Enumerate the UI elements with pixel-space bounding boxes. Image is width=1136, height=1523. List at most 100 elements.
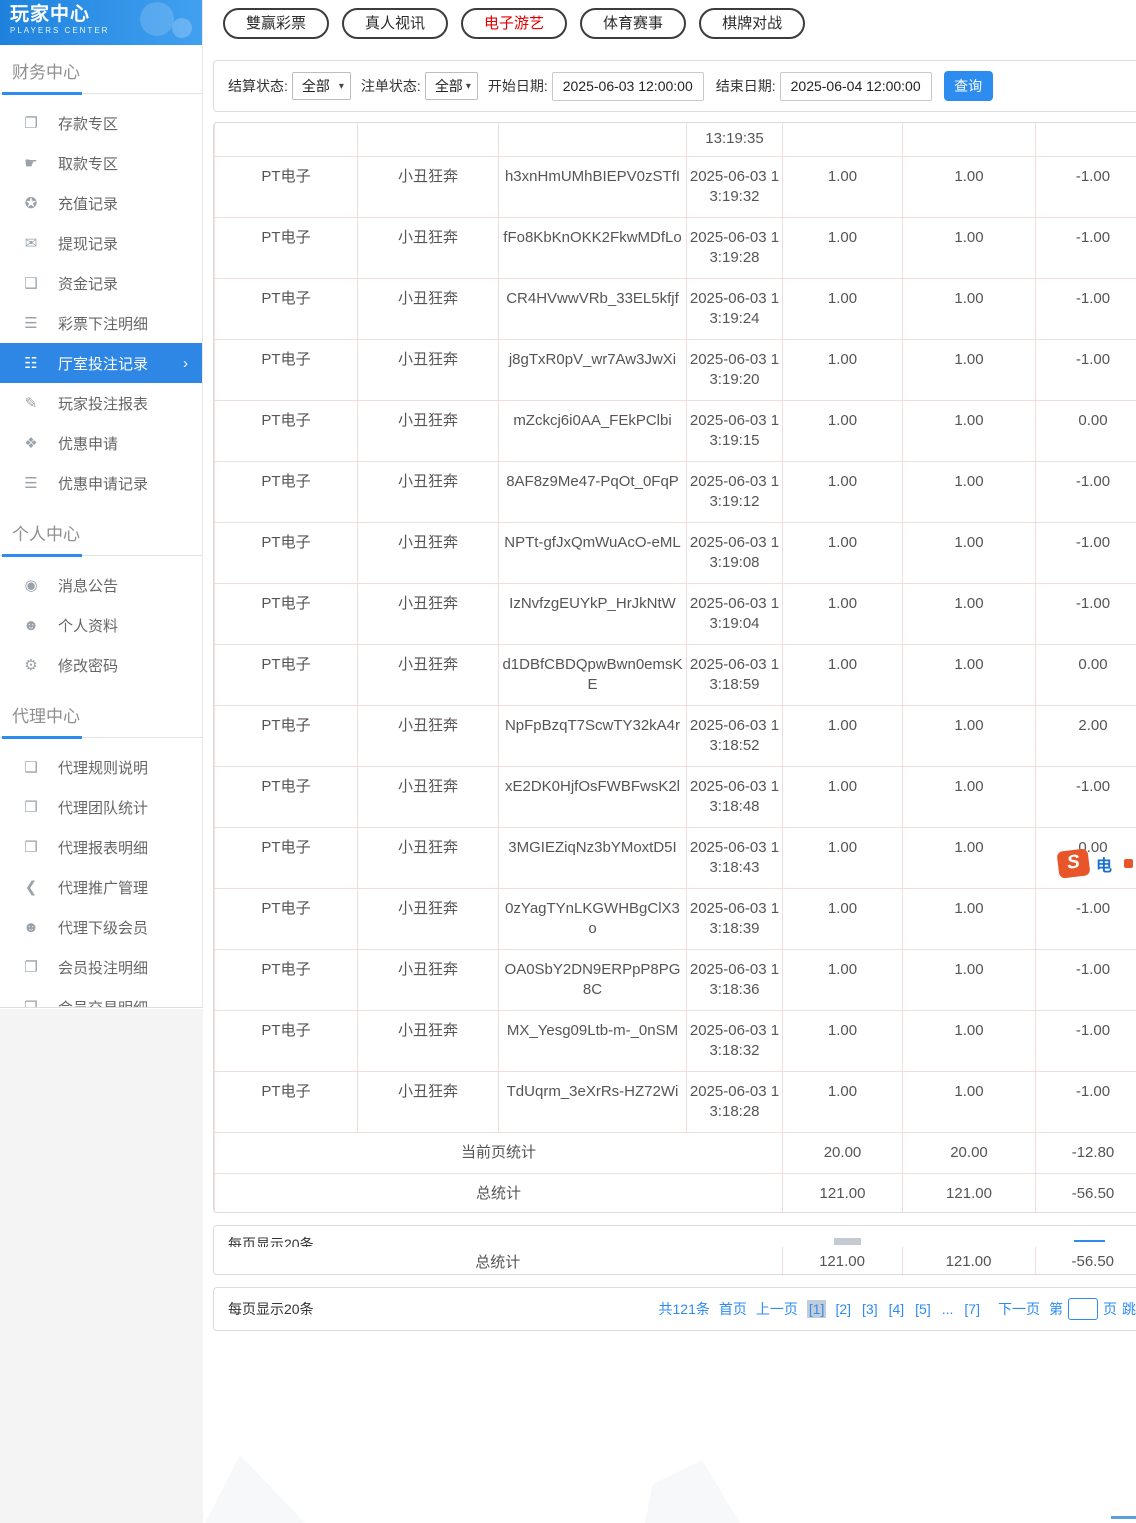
page-link[interactable]: [7] <box>962 1300 982 1318</box>
bell-icon: ◉ <box>24 577 38 594</box>
cell-platform: PT电子 <box>214 644 358 706</box>
cell-datetime: 13:19:35 <box>686 123 783 157</box>
cell-platform: PT电子 <box>214 217 358 279</box>
sidebar-item-agent-report-details[interactable]: ❒ 代理报表明细 <box>0 827 202 867</box>
sidebar-item-recharge-records[interactable]: ✪ 充值记录 <box>0 183 202 223</box>
tab-electronic-games[interactable]: 电子游艺 <box>461 8 568 39</box>
logo-decoration-circle <box>140 2 174 36</box>
sidebar-item-promo-apply-records[interactable]: ☰ 优惠申请记录 <box>0 463 202 503</box>
per-page-label: 每页显示20条 <box>228 1301 314 1317</box>
cell-valid-bet: 1.00 <box>902 644 1036 706</box>
cell-platform: PT电子 <box>214 583 358 645</box>
page-number-links: [1] [2] [3] [4] [5]... [7] <box>806 1300 989 1318</box>
sidebar-item-label: 玩家投注报表 <box>58 395 149 413</box>
underline-blue <box>2 92 82 95</box>
cell-datetime: 2025-06-03 13:18:28 <box>686 1071 783 1133</box>
cell-datetime: 2025-06-03 13:18:39 <box>686 888 783 950</box>
cell-bet-amount: 1.00 <box>782 888 903 950</box>
table-row: PT电子 小丑狂奔 mZckcj6i0AA_FEkPClbi 2025-06-03 1… <box>214 400 1136 462</box>
tab-board-games[interactable]: 棋牌对战 <box>699 8 806 39</box>
sidebar-item-deposit[interactable]: ❐ 存款专区 <box>0 103 202 143</box>
page-link[interactable]: [2] <box>833 1300 853 1318</box>
sidebar-item-label: 会员投注明细 <box>58 959 149 977</box>
tab-live-video[interactable]: 真人视讯 <box>342 8 449 39</box>
tab-sports[interactable]: 体育赛事 <box>580 8 687 39</box>
cell-bet-id: NPTt-gfJxQmWuAcO-eML <box>498 522 687 584</box>
bet-records-table: 13:19:35 PT电子 小丑狂奔 h3xnHmUMhBIEPV0zSTfI 202… <box>214 123 1136 1212</box>
floating-service-widget[interactable]: S 电 <box>1056 848 1134 879</box>
cell-valid-bet: 1.00 <box>902 888 1036 950</box>
settle-status-select[interactable]: 全部 ▾ <box>291 72 351 100</box>
cell-datetime: 2025-06-03 13:19:20 <box>686 339 783 401</box>
cell-bet-id: 8AF8z9Me47-PqOt_0FqP <box>498 461 687 523</box>
underline-blue <box>2 554 82 557</box>
cell-datetime: 2025-06-03 13:19:24 <box>686 278 783 340</box>
cell-bet-amount: 1.00 <box>782 827 903 889</box>
first-page-link[interactable]: 首页 <box>719 1299 747 1319</box>
sidebar-item-withdraw-records[interactable]: ✉ 提现记录 <box>0 223 202 263</box>
background-triangle-decoration <box>645 1460 740 1523</box>
sidebar-item-profile[interactable]: ☻ 个人资料 <box>0 605 202 645</box>
sidebar-item-announcements[interactable]: ◉ 消息公告 <box>0 565 202 605</box>
prev-page-link[interactable]: 上一页 <box>756 1299 798 1319</box>
start-date-label: 开始日期: <box>487 78 548 94</box>
sidebar-item-agent-team-stats[interactable]: ❒ 代理团队统计 <box>0 787 202 827</box>
sidebar-item-label: 优惠申请记录 <box>58 475 149 493</box>
cell-bet-id: d1DBfCBDQpwBwn0emsKE <box>498 644 687 706</box>
promo-record-icon: ☰ <box>24 475 38 492</box>
page-summary-valid: 20.00 <box>902 1132 1036 1174</box>
section-underline <box>0 554 202 557</box>
cell-game: 小丑狂奔 <box>357 278 499 340</box>
overlay-total-label: 总统计 <box>475 1254 521 1271</box>
total-summary-row: 总统计 121.00 121.00 -56.50 <box>214 1173 1136 1212</box>
cell-bet-amount: 1.00 <box>782 705 903 767</box>
member-bet-icon: ❐ <box>24 959 38 976</box>
sidebar-item-agent-members[interactable]: ☻ 代理下级会员 <box>0 907 202 947</box>
sidebar-item-lottery-bet-details[interactable]: ☰ 彩票下注明细 <box>0 303 202 343</box>
page-link[interactable]: [5] <box>913 1300 933 1318</box>
start-date-input[interactable]: 2025-06-03 12:00:00 <box>551 71 704 101</box>
gear-icon: ⚙ <box>24 657 38 674</box>
cell-bet-id: OA0SbY2DN9ERPpP8PG8C <box>498 949 687 1011</box>
sidebar-item-change-password[interactable]: ⚙ 修改密码 <box>0 645 202 685</box>
sidebar-item-fund-records[interactable]: ❑ 资金记录 <box>0 263 202 303</box>
funds-record-icon: ❑ <box>24 275 38 292</box>
sidebar-item-withdraw-zone[interactable]: ☛ 取款专区 <box>0 143 202 183</box>
sidebar-item-label: 优惠申请 <box>58 435 119 453</box>
sidebar-item-promo-apply[interactable]: ❖ 优惠申请 <box>0 423 202 463</box>
cell-platform: PT电子 <box>214 278 358 340</box>
tab-lottery[interactable]: 雙赢彩票 <box>223 8 330 39</box>
sidebar-item-hall-bet-records[interactable]: ☷ 厅室投注记录 › <box>0 343 202 383</box>
sidebar-item-agent-promotion[interactable]: ❮ 代理推广管理 <box>0 867 202 907</box>
table-row: PT电子 小丑狂奔 d1DBfCBDQpwBwn0emsKE 2025-06-03 1… <box>214 644 1136 706</box>
sidebar-item-agent-rules[interactable]: ❏ 代理规则说明 <box>0 747 202 787</box>
order-status-select[interactable]: 全部 ▾ <box>424 72 478 100</box>
cell-valid-bet: 1.00 <box>902 1071 1036 1133</box>
category-tabs: 雙赢彩票 真人视讯 电子游艺 体育赛事 棋牌对战 <box>213 0 1136 46</box>
cell-valid-bet: 1.00 <box>902 766 1036 828</box>
sidebar-item-member-bet-details[interactable]: ❐ 会员投注明细 <box>0 947 202 987</box>
cell-bet-id: 0zYagTYnLKGWHBgClX3o <box>498 888 687 950</box>
page-link[interactable]: [4] <box>887 1300 907 1318</box>
sidebar-item-label: 个人资料 <box>58 617 119 635</box>
chevron-down-icon: ▾ <box>465 80 471 92</box>
cell-platform <box>214 123 358 157</box>
total-summary-bet: 121.00 <box>782 1173 903 1212</box>
sidebar-item-label: 提现记录 <box>58 235 119 253</box>
table-row: PT电子 小丑狂奔 NPTt-gfJxQmWuAcO-eML 2025-06-03 1… <box>214 522 1136 584</box>
sidebar-item-label: 资金记录 <box>58 275 119 293</box>
page-jump-input[interactable] <box>1068 1298 1098 1320</box>
jump-button[interactable]: 跳 <box>1122 1299 1136 1319</box>
cell-game: 小丑狂奔 <box>357 583 499 645</box>
settle-status-value: 全部 <box>301 78 330 94</box>
sidebar-item-player-bet-report[interactable]: ✎ 玩家投注报表 <box>0 383 202 423</box>
next-page-link[interactable]: 下一页 <box>998 1299 1040 1319</box>
search-button[interactable]: 查询 <box>943 71 993 101</box>
cell-profit: -1.00 <box>1035 522 1136 584</box>
page-link[interactable]: [1] <box>806 1300 827 1318</box>
sidebar-item-member-transactions[interactable]: ❒ 会员交易明细 <box>0 987 202 1007</box>
cell-bet-amount: 1.00 <box>782 339 903 401</box>
cell-bet-id: h3xnHmUMhBIEPV0zSTfI <box>498 156 687 218</box>
page-link[interactable]: [3] <box>860 1300 880 1318</box>
end-date-input[interactable]: 2025-06-04 12:00:00 <box>779 71 932 101</box>
